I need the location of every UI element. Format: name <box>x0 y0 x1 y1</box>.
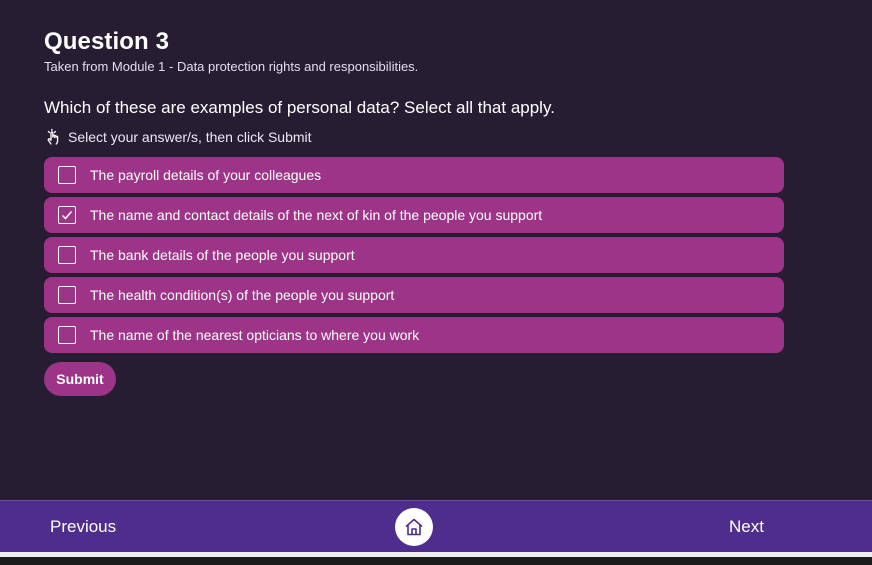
answer-option-label: The name of the nearest opticians to whe… <box>90 327 420 343</box>
answer-option-label: The health condition(s) of the people yo… <box>90 287 395 303</box>
instruction-text: Select your answer/s, then click Submit <box>68 129 312 145</box>
previous-button[interactable]: Previous <box>50 501 116 553</box>
answer-option-label: The payroll details of your colleagues <box>90 167 322 183</box>
instruction: Select your answer/s, then click Submit <box>44 127 784 147</box>
answer-option-3[interactable]: The bank details of the people you suppo… <box>44 237 784 273</box>
answer-option-4[interactable]: The health condition(s) of the people yo… <box>44 277 784 313</box>
answer-option-5[interactable]: The name of the nearest opticians to whe… <box>44 317 784 353</box>
checkbox[interactable] <box>58 326 76 344</box>
home-icon <box>405 518 423 536</box>
checkbox[interactable] <box>58 166 76 184</box>
next-button[interactable]: Next <box>729 501 764 553</box>
checkbox[interactable] <box>58 206 76 224</box>
answer-option-1[interactable]: The payroll details of your colleagues <box>44 157 784 193</box>
question-panel: Question 3 Taken from Module 1 - Data pr… <box>44 28 784 396</box>
taskbar-edge <box>0 557 872 565</box>
answer-option-2[interactable]: The name and contact details of the next… <box>44 197 784 233</box>
page-subtitle: Taken from Module 1 - Data protection ri… <box>44 59 419 74</box>
question-text: Which of these are examples of personal … <box>44 98 555 117</box>
hand-pointer-icon <box>44 128 62 146</box>
answer-options: The payroll details of your colleagues T… <box>44 157 784 353</box>
home-button[interactable] <box>395 508 433 546</box>
bottom-navbar: Previous Next <box>0 500 872 552</box>
answer-option-label: The bank details of the people you suppo… <box>90 247 355 263</box>
submit-button[interactable]: Submit <box>44 362 116 396</box>
checkbox[interactable] <box>58 246 76 264</box>
checkbox[interactable] <box>58 286 76 304</box>
page-title: Question 3 <box>44 28 170 55</box>
answer-option-label: The name and contact details of the next… <box>90 207 543 223</box>
check-icon <box>61 211 73 220</box>
